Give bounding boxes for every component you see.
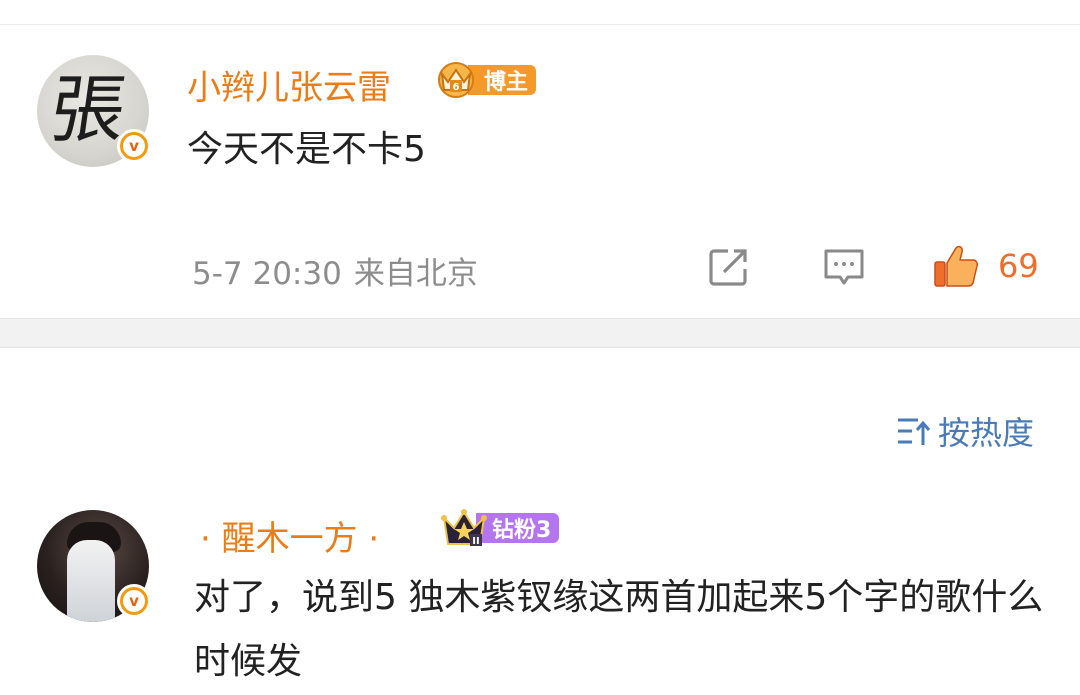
comment-text: 对了，说到5 独木紫钗缘这两首加起来5个字的歌什么时候发 [194, 577, 1044, 682]
verified-badge-icon: v [117, 129, 151, 163]
comment-text: 今天不是不卡5 [187, 129, 426, 170]
like-icon [934, 245, 978, 287]
sort-label: 按热度 [937, 414, 1034, 452]
sort-by-hot-button[interactable]: 按热度 [896, 408, 1034, 454]
comment-meta: 5-7 20:30 来自北京 [192, 248, 478, 293]
like-button[interactable]: 69 [932, 242, 1039, 290]
svg-text:6: 6 [453, 82, 460, 93]
like-count: 69 [998, 247, 1039, 285]
sort-icon [897, 418, 931, 445]
share-button[interactable] [708, 247, 750, 287]
avatar[interactable]: 張 v [37, 55, 151, 167]
section-divider [0, 318, 1080, 348]
crown-icon: II [441, 509, 487, 547]
comment-button[interactable] [822, 245, 866, 289]
comment-icon [824, 249, 864, 285]
avatar[interactable]: v [37, 510, 151, 622]
crown-icon: 6 [438, 62, 474, 98]
comment-time: 5-7 20:30 [192, 256, 342, 292]
username[interactable]: 小辫儿张云雷 [187, 60, 391, 109]
fan-badge-diamond[interactable]: II 钻粉3 [440, 509, 560, 547]
fan-badge-label: 钻粉3 [476, 513, 560, 543]
verified-badge-icon: v [117, 584, 151, 618]
username[interactable]: · 醒木一方 · [200, 511, 379, 560]
comment-location: 来自北京 [353, 256, 478, 292]
svg-text:II: II [472, 536, 479, 547]
fan-badge-blogger[interactable]: 6 博主 [432, 62, 537, 98]
top-divider [0, 24, 1080, 25]
share-icon [709, 249, 747, 286]
